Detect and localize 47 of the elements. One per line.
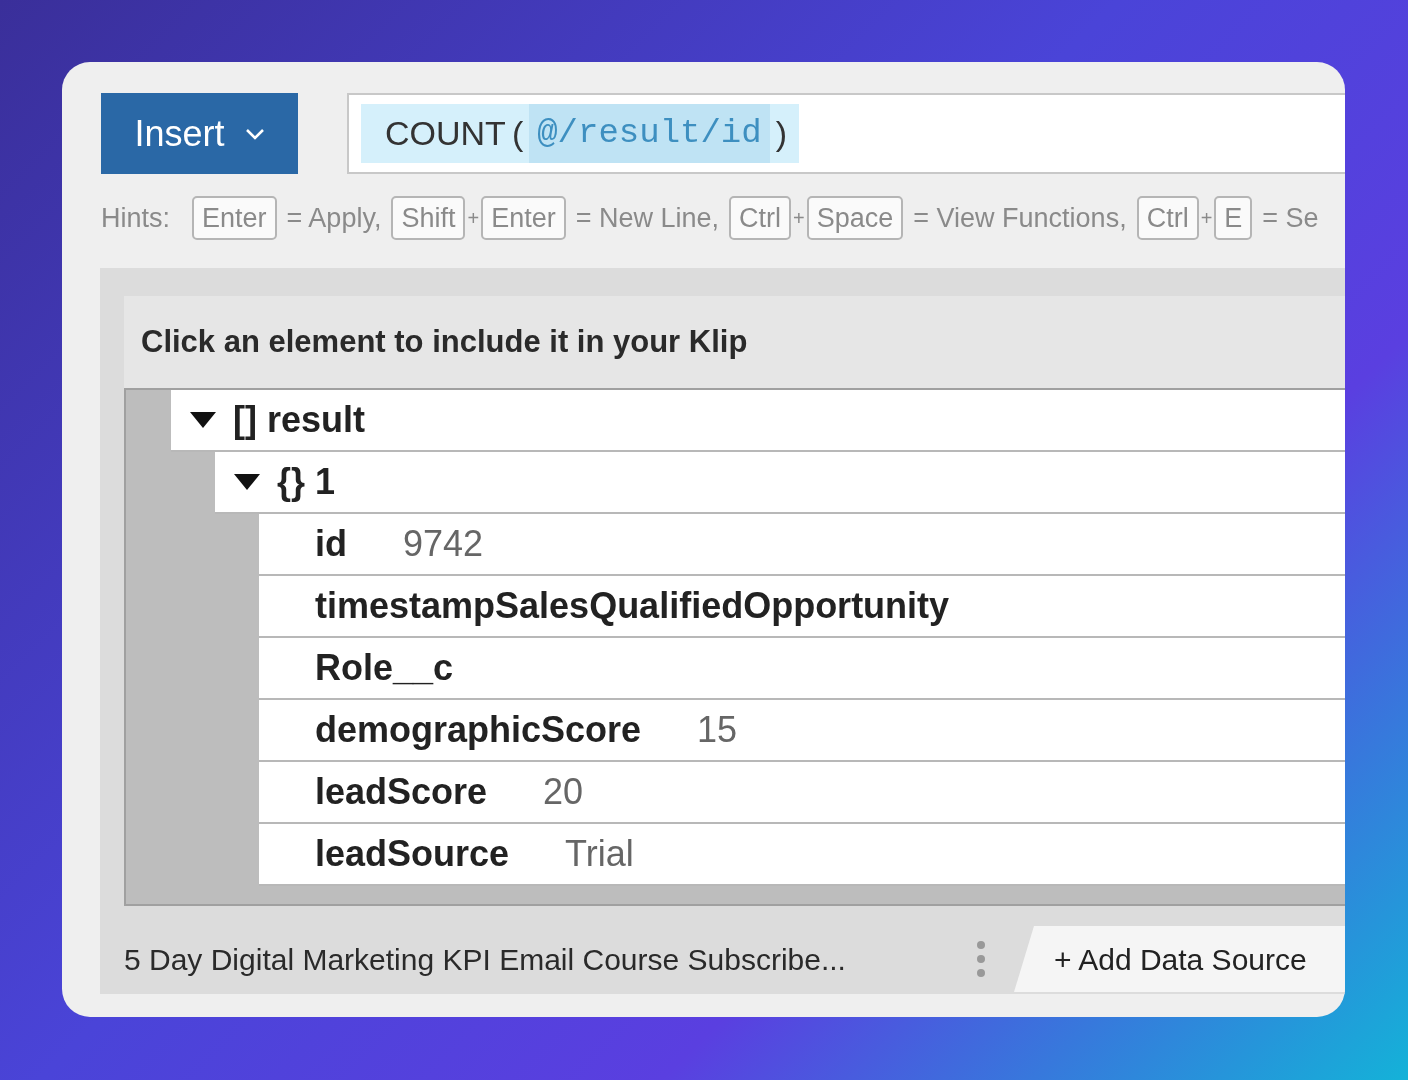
hint-text: = New Line, <box>575 201 719 235</box>
node-label: [] result <box>233 398 365 442</box>
plus-sign: + <box>1200 206 1213 231</box>
field-name: leadScore <box>315 770 488 814</box>
hints-label: Hints: <box>101 201 171 235</box>
node-label: {} 1 <box>277 460 336 504</box>
tree-row[interactable]: Role__c <box>259 638 1345 700</box>
key-cap: Ctrl <box>729 196 791 240</box>
field-value: 20 <box>543 770 584 814</box>
insert-button[interactable]: Insert <box>101 93 298 174</box>
data-source-tab[interactable]: 5 Day Digital Marketing KPI Email Course Subscribe... <box>124 936 964 982</box>
formula-function: COUNT <box>385 113 506 154</box>
tree-row[interactable]: [] result <box>171 390 1345 452</box>
expanded-triangle-icon[interactable] <box>233 472 261 492</box>
key-cap: Ctrl <box>1136 196 1199 240</box>
tree-row[interactable]: id 9742 <box>259 514 1345 576</box>
close-paren: ) <box>775 113 787 154</box>
tree-row[interactable]: {} 1 <box>215 452 1345 514</box>
plus-sign: + <box>793 206 805 231</box>
key-cap: Enter <box>192 196 277 240</box>
hint-text: = View Functions, <box>913 201 1127 235</box>
key-cap: Enter <box>481 196 566 240</box>
field-value: Trial <box>565 832 634 876</box>
key-cap: E <box>1214 196 1253 240</box>
tree-row[interactable]: leadScore 20 <box>259 762 1345 824</box>
hint-text: = Apply, <box>286 201 382 235</box>
field-name: id <box>315 522 347 566</box>
panel-title: Click an element to include it in your Klip <box>124 296 1345 388</box>
field-value: 15 <box>697 708 738 752</box>
tree-row[interactable]: demographicScore 15 <box>259 700 1345 762</box>
field-name: leadSource <box>315 832 510 876</box>
expanded-triangle-icon[interactable] <box>189 410 217 430</box>
field-value: 9742 <box>403 522 484 566</box>
chevron-down-icon <box>244 127 265 140</box>
key-cap: Space <box>806 196 904 240</box>
tree-row[interactable]: leadSource Trial <box>259 824 1345 886</box>
formula-argument: @/result/id <box>529 104 770 163</box>
tree-row[interactable]: timestampSalesQualifiedOpportunity <box>259 576 1345 638</box>
key-cap: Shift <box>391 196 466 240</box>
open-paren: ( <box>511 113 524 154</box>
hint-text: = Se <box>1262 201 1319 235</box>
field-name: Role__c <box>315 646 454 690</box>
formula-field[interactable]: COUNT ( @/result/id ) <box>347 93 1345 174</box>
plus-sign: + <box>467 206 480 231</box>
field-name: demographicScore <box>315 708 642 752</box>
add-data-source-button[interactable]: + Add Data Source <box>1014 926 1345 992</box>
field-name: timestampSalesQualifiedOpportunity <box>315 584 950 628</box>
